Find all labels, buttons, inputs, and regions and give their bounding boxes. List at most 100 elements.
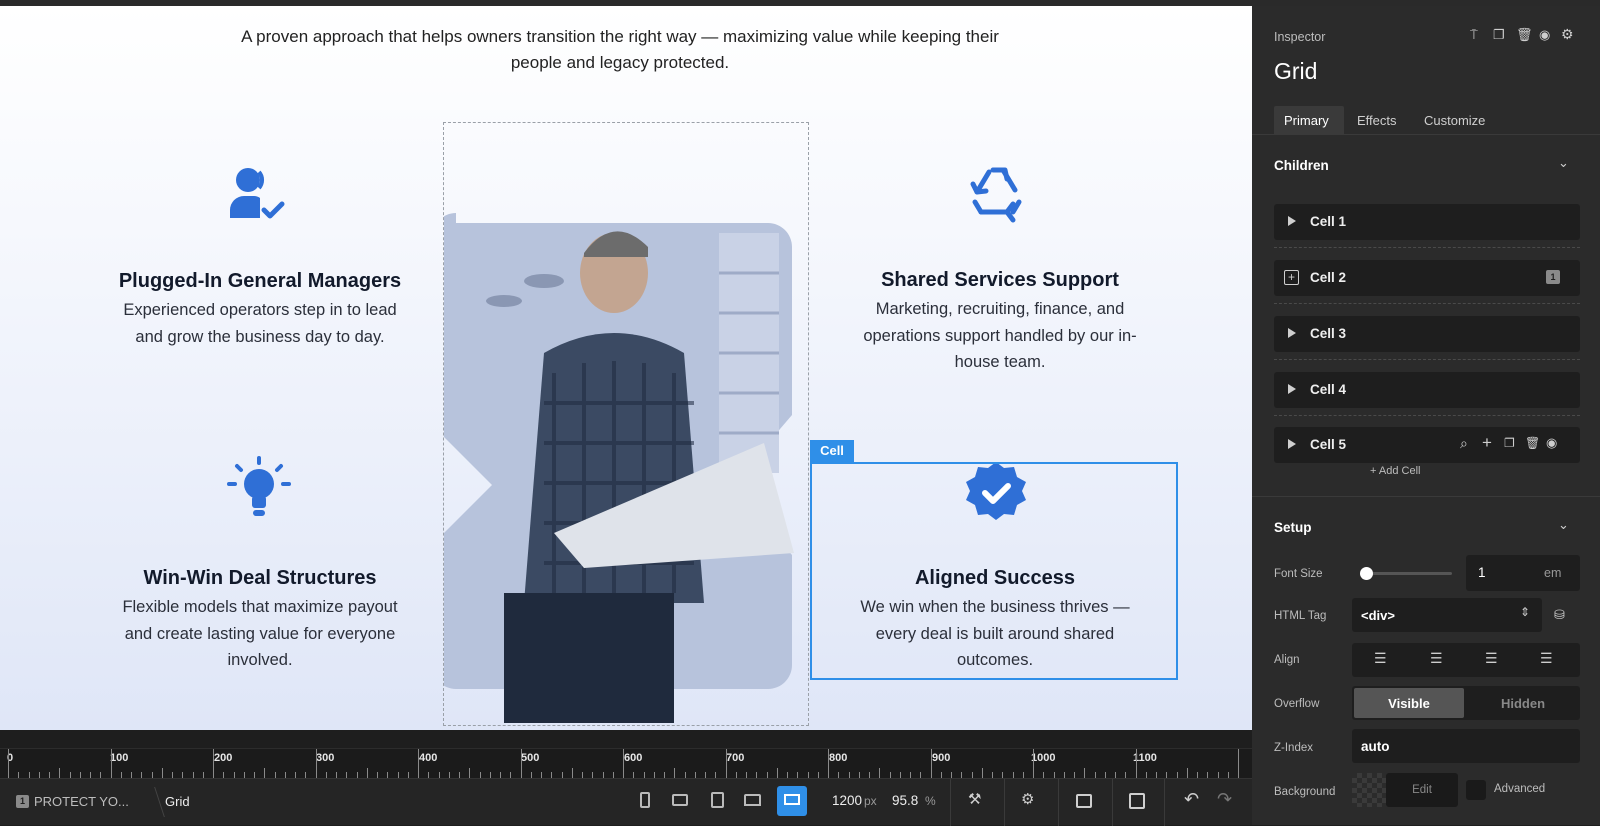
align-left-icon[interactable]: ☰ [1374,650,1387,667]
breadcrumb-grid[interactable]: Grid [165,794,190,809]
intro-text: A proven approach that helps owners tran… [241,27,999,72]
add-cell-label: Add Cell [1378,465,1421,477]
overflow-hidden-button[interactable]: Hidden [1468,696,1578,711]
zoom-value[interactable]: 95.8 [892,793,918,808]
laptop-view-button[interactable] [744,794,761,806]
phone-view-button[interactable] [640,792,650,808]
child-cell-4[interactable]: Cell 4 [1274,372,1580,408]
ruler-tick [110,749,112,778]
plus-box-icon[interactable]: + [1284,270,1299,285]
background-edit-button[interactable]: Edit [1386,773,1458,807]
width-unit: px [864,794,877,808]
section-divider [1252,496,1600,497]
feature-shared-services: Shared Services Support Marketing, recru… [855,264,1145,376]
align-right-icon[interactable]: ☰ [1485,650,1498,667]
children-section-title[interactable]: Children [1274,158,1329,173]
font-size-unit[interactable]: em [1544,566,1561,580]
cell-label: Cell 1 [1310,214,1347,229]
font-size-label: Font Size [1274,568,1323,580]
hammer-icon[interactable]: ⚒ [968,790,981,808]
feature-title: Plugged-In General Managers [118,270,402,292]
expand-arrow-icon[interactable] [1288,384,1296,394]
align-justify-icon[interactable]: ☰ [1540,650,1553,667]
slider-thumb[interactable] [1360,567,1373,580]
chevron-down-icon[interactable]: ⌄ [1558,517,1569,533]
ruler-label: 300 [316,752,335,764]
undo-icon[interactable]: ↶ [1184,789,1199,810]
overflow-visible-button[interactable]: Visible [1354,688,1464,718]
zindex-input[interactable]: auto [1352,729,1580,763]
selected-cell-outline[interactable] [810,462,1178,680]
cell-label: Cell 3 [1310,326,1347,341]
eye-icon[interactable]: ◉ [1546,435,1557,451]
page-name-crumb[interactable]: PROTECT YO... [34,794,129,809]
search-icon[interactable]: ⌕ [1460,435,1468,452]
ruler-tick [981,768,983,778]
cell-label: Cell 2 [1310,270,1347,285]
setup-section-title[interactable]: Setup [1274,520,1312,535]
html-tag-select[interactable]: <div> ⇕ [1352,598,1542,632]
align-group: ☰ ☰ ☰ ☰ [1352,643,1580,677]
ruler-label: 900 [932,752,951,764]
font-size-slider[interactable] [1360,567,1452,580]
ruler-tick [213,749,214,778]
eye-icon[interactable]: ◉ [1539,27,1550,43]
tablet-view-button[interactable] [711,792,724,808]
redo-icon[interactable]: ↷ [1217,789,1232,810]
width-value[interactable]: 1200 [832,793,862,808]
lightbulb-icon [227,456,291,516]
add-cell-button[interactable]: + Add Cell [1370,465,1420,477]
expand-arrow-icon[interactable] [1288,328,1296,338]
tab-primary[interactable]: Primary [1274,106,1344,134]
child-cell-2[interactable]: + Cell 2 1 [1274,260,1580,296]
html-tag-label: HTML Tag [1274,610,1327,622]
tab-effects[interactable]: Effects [1357,113,1397,128]
row-separator [1274,303,1580,304]
chevron-down-icon[interactable]: ⌄ [1558,155,1569,171]
copy-icon[interactable]: ❐ [1504,436,1515,450]
desktop-view-button[interactable] [777,786,807,816]
background-swatch[interactable] [1352,773,1386,807]
ruler-label: 500 [521,752,540,764]
plus-icon[interactable]: + [1482,433,1492,453]
cell-tag[interactable]: Cell [810,440,854,462]
cell-label: Cell 5 [1310,437,1347,452]
image-icon[interactable] [1076,794,1092,808]
cell-label: Cell 4 [1310,382,1347,397]
expand-arrow-icon[interactable] [1288,216,1296,226]
child-cell-1[interactable]: Cell 1 [1274,204,1580,240]
font-size-input[interactable]: 1 em [1466,555,1580,591]
tab-customize[interactable]: Customize [1424,113,1485,128]
gear-icon[interactable]: ⚙ [1561,26,1574,43]
advanced-label: Advanced [1494,783,1546,795]
trash-icon[interactable]: 🗑 [1516,27,1533,43]
recycle-icon [970,167,1022,223]
page-canvas: A proven approach that helps owners tran… [0,6,1252,730]
feature-text: Marketing, recruiting, finance, and oper… [863,300,1137,371]
phone-landscape-view-button[interactable] [672,794,688,806]
database-icon[interactable]: ⛁ [1554,607,1565,623]
ruler-tick [1238,749,1239,778]
align-label: Align [1274,654,1300,666]
ruler-label: 1100 [1133,752,1157,764]
expand-arrow-icon[interactable] [1288,439,1296,449]
advanced-checkbox[interactable] [1466,780,1486,800]
image-cell[interactable] [443,122,809,726]
ruler-tick [418,749,419,778]
align-center-icon[interactable]: ☰ [1430,650,1443,667]
child-cell-3[interactable]: Cell 3 [1274,316,1580,352]
edit-label: Edit [1412,784,1432,796]
zindex-label: Z-Index [1274,742,1313,754]
ruler-tick [520,749,522,778]
bottom-toolbar: 1 PROTECT YO... Grid 1200 px 95.8 % ⚒ ⚙ … [0,778,1252,826]
trash-icon[interactable]: 🗑 [1525,436,1540,450]
code-terminal-icon[interactable] [1129,793,1145,809]
gear-icon[interactable]: ⚙ [1021,790,1034,808]
child-cell-5[interactable]: Cell 5 ⌕ + ❐ 🗑 ◉ [1274,427,1580,463]
copy-icon[interactable]: ❐ [1493,27,1505,43]
ruler-tick [879,768,881,778]
divider [1004,779,1005,826]
pin-icon[interactable]: ⍑ [1470,27,1478,43]
html-tag-value: <div> [1361,608,1395,623]
background-label: Background [1274,786,1336,798]
